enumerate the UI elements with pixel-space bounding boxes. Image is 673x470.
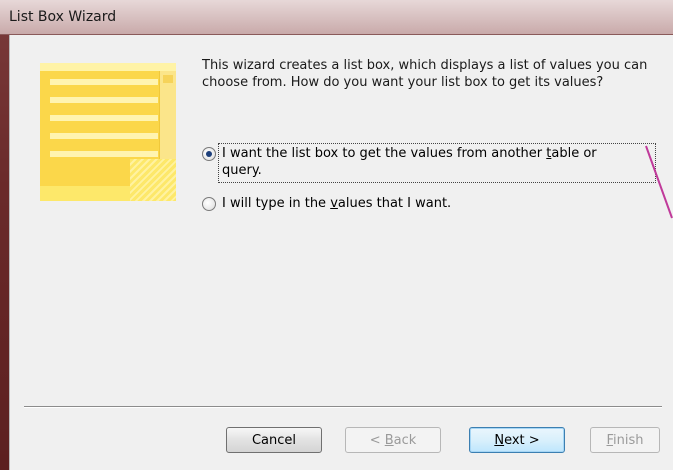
option-type-values[interactable]: I will type in the values that I want.	[202, 195, 602, 215]
radio-type-values[interactable]	[202, 197, 216, 211]
option-type-values-label[interactable]: I will type in the values that I want.	[222, 195, 451, 212]
title-bar[interactable]: List Box Wizard	[0, 0, 673, 35]
separator	[24, 406, 662, 408]
window-title: List Box Wizard	[9, 9, 117, 25]
wizard-body: This wizard creates a list box, which di…	[9, 35, 673, 470]
list-box-illustration	[40, 63, 176, 201]
cancel-button[interactable]: Cancel	[226, 427, 322, 453]
back-button[interactable]: < Back	[345, 427, 441, 453]
option-from-table-label[interactable]: I want the list box to get the values fr…	[222, 145, 597, 179]
wizard-description: This wizard creates a list box, which di…	[202, 58, 648, 90]
next-button[interactable]: Next >	[469, 427, 565, 453]
option-from-table[interactable]: I want the list box to get the values fr…	[202, 143, 656, 183]
pen-annotation-stroke	[645, 145, 673, 219]
finish-button[interactable]: Finish	[590, 427, 660, 453]
wizard-window: List Box Wizard This wizard creates a li…	[0, 0, 673, 470]
radio-from-table[interactable]	[202, 147, 216, 161]
